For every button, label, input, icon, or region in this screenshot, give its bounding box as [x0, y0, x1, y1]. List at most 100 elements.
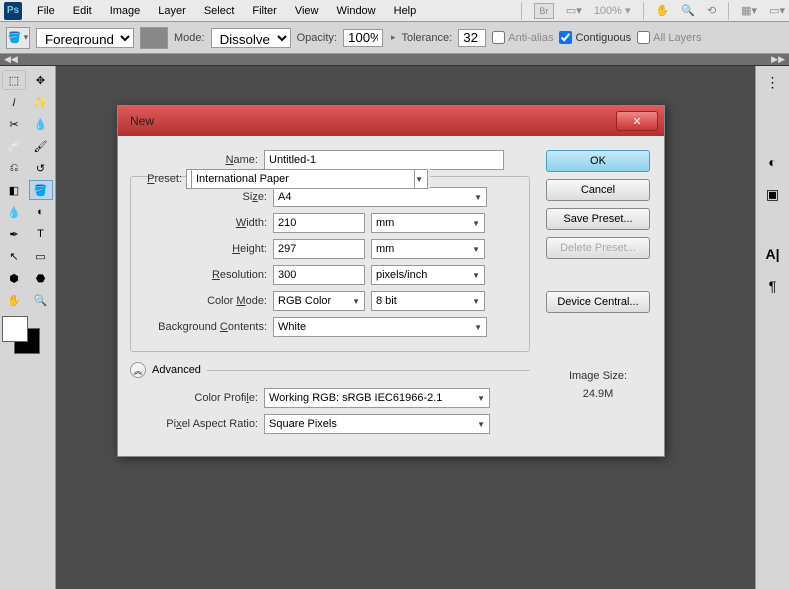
menu-file[interactable]: File	[28, 3, 64, 19]
zoom-icon[interactable]: 🔍	[681, 4, 695, 17]
hand-tool[interactable]: ✋	[2, 290, 26, 310]
bgcontents-label: Background Contents:	[139, 321, 267, 333]
eyedropper-tool[interactable]: 💧	[29, 114, 53, 134]
color-swatches[interactable]	[2, 316, 46, 360]
healing-tool[interactable]: 🩹	[2, 136, 26, 156]
divider	[207, 370, 530, 371]
mode-dd[interactable]: Dissolve	[211, 28, 291, 48]
ok-button[interactable]: OK	[546, 150, 650, 172]
mode-label: Mode:	[174, 32, 205, 44]
colorprofile-label: Color Profile:	[130, 392, 258, 404]
tool-preset-dd[interactable]: 🪣▾	[6, 27, 30, 49]
opacity-stepper[interactable]: ▸	[391, 32, 396, 43]
menu-select[interactable]: Select	[195, 3, 244, 19]
foreground-color-swatch[interactable]	[2, 316, 28, 342]
type-tool[interactable]: T	[29, 224, 53, 244]
collapse-left-arrow[interactable]: ◀◀	[4, 54, 18, 65]
name-label: Name:	[130, 154, 258, 166]
pen-tool[interactable]: ✒	[2, 224, 26, 244]
workspace-dd[interactable]: ▭▾	[769, 4, 785, 17]
tolerance-input[interactable]	[458, 29, 486, 47]
colormode-dd[interactable]: RGB Color▼	[273, 291, 365, 311]
size-dd[interactable]: A4▼	[273, 187, 487, 207]
menu-window[interactable]: Window	[328, 3, 385, 19]
bitdepth-dd[interactable]: 8 bit▼	[371, 291, 485, 311]
preset-dd[interactable]: International Paper▼	[186, 169, 430, 189]
save-preset-button[interactable]: Save Preset...	[546, 208, 650, 230]
collapse-right-arrow[interactable]: ▶▶	[771, 54, 785, 65]
menu-edit[interactable]: Edit	[64, 3, 101, 19]
marquee-tool[interactable]: ⬚	[2, 70, 26, 90]
width-label: Width:	[139, 217, 267, 229]
menu-view[interactable]: View	[286, 3, 328, 19]
bgcontents-dd[interactable]: White▼	[273, 317, 487, 337]
dialog-title: New	[130, 114, 616, 128]
stamp-tool[interactable]: ⎌	[2, 158, 26, 178]
wand-tool[interactable]: ✨	[29, 92, 53, 112]
menu-help[interactable]: Help	[385, 3, 426, 19]
dialog-form: Name: Preset: International Paper▼ Size:…	[130, 150, 530, 440]
resolution-label: Resolution:	[139, 269, 267, 281]
blur-tool[interactable]: 💧	[2, 202, 26, 222]
dialog-titlebar[interactable]: New ✕	[118, 106, 664, 136]
device-central-button[interactable]: Device Central...	[546, 291, 650, 313]
character-panel-icon[interactable]: A|	[761, 242, 785, 266]
move-tool[interactable]: ✥	[29, 70, 53, 90]
paragraph-panel-icon[interactable]: ¶	[761, 274, 785, 298]
menu-filter[interactable]: Filter	[243, 3, 285, 19]
cancel-button[interactable]: Cancel	[546, 179, 650, 201]
rotate-icon[interactable]: ⟲	[707, 4, 716, 17]
zoom-level[interactable]: 100% ▾	[594, 4, 631, 17]
zoom-tool[interactable]: 🔍	[29, 290, 53, 310]
separator	[521, 2, 522, 20]
delete-preset-button: Delete Preset...	[546, 237, 650, 259]
width-unit-dd[interactable]: mm▼	[371, 213, 485, 233]
separator	[728, 2, 729, 20]
path-tool[interactable]: ↖	[2, 246, 26, 266]
brush-tool[interactable]: 🖌	[29, 136, 53, 156]
resolution-unit-dd[interactable]: pixels/inch▼	[371, 265, 485, 285]
bridge-button[interactable]: Br	[534, 3, 554, 19]
hand-icon[interactable]: ✋	[656, 4, 670, 17]
fill-source-dd[interactable]: Foreground	[36, 28, 134, 48]
menu-image[interactable]: Image	[101, 3, 150, 19]
antialias-checkbox[interactable]: Anti-alias	[492, 31, 553, 44]
opacity-input[interactable]	[343, 29, 383, 47]
crop-tool[interactable]: ✂	[2, 114, 26, 134]
opacity-label: Opacity:	[297, 32, 337, 44]
dock-menu-icon[interactable]: ⋮	[761, 70, 785, 94]
colorprofile-dd[interactable]: Working RGB: sRGB IEC61966-2.1▼	[264, 388, 490, 408]
tolerance-label: Tolerance:	[401, 32, 452, 44]
eraser-tool[interactable]: ◧	[2, 180, 26, 200]
width-input[interactable]	[273, 213, 365, 233]
resolution-input[interactable]	[273, 265, 365, 285]
menu-layer[interactable]: Layer	[149, 3, 195, 19]
right-dock: ⋮ ◐ ▣ A| ¶	[755, 66, 789, 589]
layers-panel-icon[interactable]: ▣	[761, 182, 785, 206]
3d-tool[interactable]: ⬢	[2, 268, 26, 288]
arrange-docs-dd[interactable]: ▦▾	[741, 4, 757, 17]
preset-label: Preset:	[113, 173, 182, 185]
lasso-tool[interactable]: 𐩖	[2, 92, 26, 112]
history-brush-tool[interactable]: ↺	[29, 158, 53, 178]
new-document-dialog: New ✕ Name: Preset: International Paper▼…	[117, 105, 665, 457]
screen-mode-dd[interactable]: ▭▾	[566, 4, 582, 17]
pattern-swatch[interactable]	[140, 27, 168, 49]
pixelaspect-dd[interactable]: Square Pixels▼	[264, 414, 490, 434]
colormode-label: Color Mode:	[139, 295, 267, 307]
ps-logo: Ps	[4, 2, 22, 20]
bucket-tool[interactable]: 🪣	[29, 180, 53, 200]
height-input[interactable]	[273, 239, 365, 259]
alllayers-checkbox[interactable]: All Layers	[637, 31, 701, 44]
name-input[interactable]	[264, 150, 504, 170]
contiguous-checkbox[interactable]: Contiguous	[559, 31, 631, 44]
height-unit-dd[interactable]: mm▼	[371, 239, 485, 259]
close-button[interactable]: ✕	[616, 111, 658, 131]
3d-camera-tool[interactable]: ⬣	[29, 268, 53, 288]
separator	[643, 2, 644, 20]
shape-tool[interactable]: ▭	[29, 246, 53, 266]
advanced-toggle[interactable]: ︽	[130, 362, 146, 378]
image-size-label: Image Size:	[569, 370, 627, 382]
dodge-tool[interactable]: ◐	[29, 202, 53, 222]
history-panel-icon[interactable]: ◐	[761, 150, 785, 174]
